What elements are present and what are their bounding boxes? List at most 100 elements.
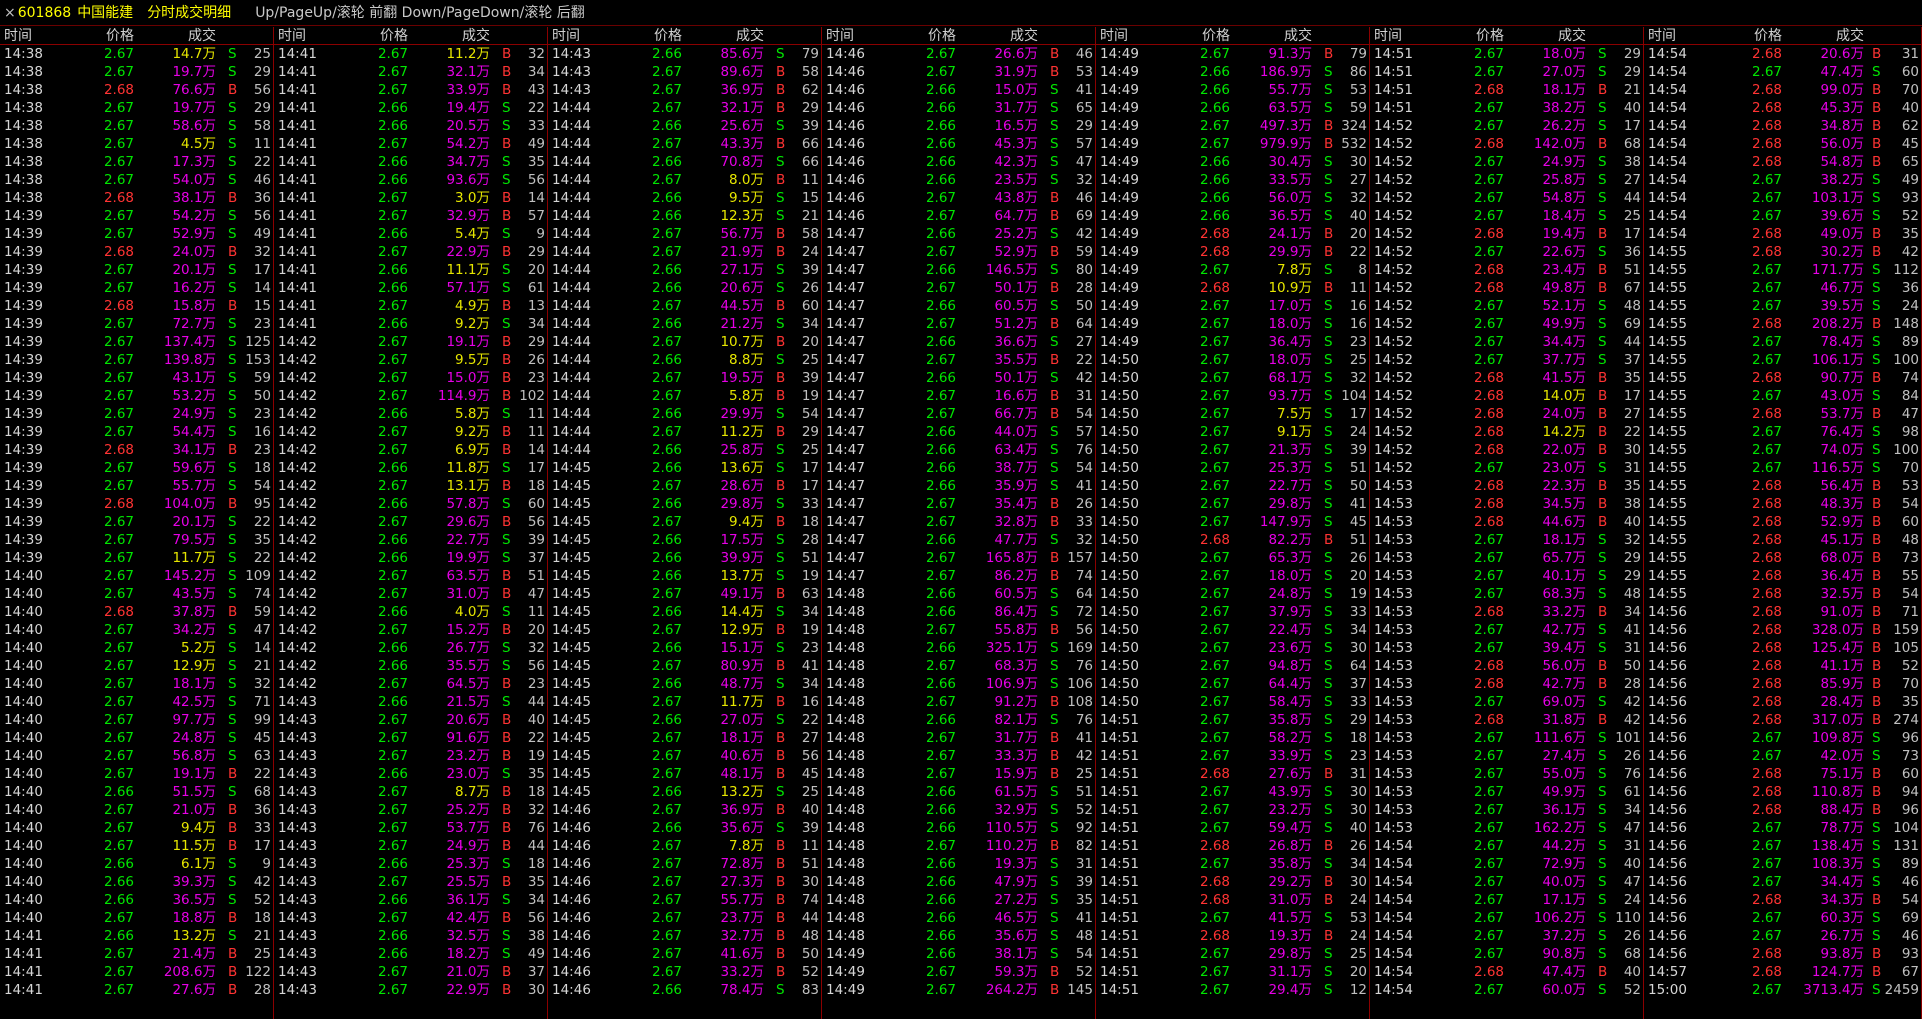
tick-row: 14:43 2.66 25.3万 S 18 <box>274 855 547 873</box>
tick-count: 30 <box>1623 442 1641 458</box>
tick-direction: B <box>776 838 786 854</box>
tick-direction: S <box>228 892 237 908</box>
tick-direction: B <box>502 874 512 890</box>
tick-volume: 48.3万 <box>1820 496 1864 512</box>
tick-price: 2.67 <box>1199 784 1230 800</box>
tick-time: 14:48 <box>826 658 865 674</box>
tick-volume: 72.7万 <box>172 316 216 332</box>
tick-row: 14:46 2.67 7.8万 B 11 <box>548 837 821 855</box>
tick-row: 14:40 2.66 39.3万 S 42 <box>0 873 273 891</box>
tick-time: 14:40 <box>4 658 43 674</box>
tick-volume: 125.4万 <box>1811 640 1864 656</box>
tick-count: 24 <box>1623 892 1641 908</box>
tick-price: 2.67 <box>1199 964 1230 980</box>
tick-price: 2.67 <box>651 226 682 242</box>
tick-row: 14:53 2.67 36.1万 S 34 <box>1370 801 1643 819</box>
tick-row: 14:43 2.67 25.2万 B 32 <box>274 801 547 819</box>
tick-volume: 44.2万 <box>1542 838 1586 854</box>
tick-price: 2.67 <box>925 730 956 746</box>
tick-time: 14:40 <box>4 856 43 872</box>
tick-price: 2.68 <box>1751 622 1782 638</box>
tick-volume: 38.7万 <box>994 460 1038 476</box>
tick-price: 2.66 <box>925 460 956 476</box>
tick-direction: S <box>1872 352 1881 368</box>
tick-price: 2.67 <box>1199 370 1230 386</box>
tick-time: 14:51 <box>1100 946 1139 962</box>
tick-detail-grid[interactable]: 时间 价格 成交 14:38 2.67 14.7万 S 25 14:38 2.67 19.7万 S 29… <box>0 27 1922 1019</box>
tick-price: 2.67 <box>925 694 956 710</box>
tick-volume: 31.1万 <box>1268 964 1312 980</box>
tick-price: 2.66 <box>925 928 956 944</box>
column-header: 时间 价格 成交 <box>1370 27 1643 45</box>
tick-row: 14:41 2.67 54.2万 B 49 <box>274 135 547 153</box>
tick-price: 2.67 <box>103 622 134 638</box>
tick-volume: 17.5万 <box>720 532 764 548</box>
tick-volume: 32.8万 <box>994 514 1038 530</box>
tick-price: 2.66 <box>651 118 682 134</box>
tick-volume: 45.3万 <box>994 136 1038 152</box>
tick-price: 2.67 <box>1473 910 1504 926</box>
tick-price: 2.67 <box>925 622 956 638</box>
tick-volume: 72.8万 <box>720 856 764 872</box>
tick-price: 2.66 <box>103 928 134 944</box>
tick-volume: 104.0万 <box>163 496 216 512</box>
tick-price: 2.67 <box>103 154 134 170</box>
tick-volume: 33.9万 <box>1268 748 1312 764</box>
tick-direction: S <box>228 424 237 440</box>
tick-volume: 19.3万 <box>994 856 1038 872</box>
tick-price: 2.67 <box>925 64 956 80</box>
tick-volume: 27.3万 <box>720 874 764 890</box>
tick-count: 18 <box>253 910 271 926</box>
tick-price: 2.67 <box>377 676 408 692</box>
tick-volume: 42.7万 <box>1542 676 1586 692</box>
tick-row: 14:53 2.68 31.8万 B 42 <box>1370 711 1643 729</box>
tick-column: 时间 价格 成交 14:51 2.67 18.0万 S 29 14:51 2.67 27.0万 S 29… <box>1370 27 1644 1019</box>
tick-volume: 60.5万 <box>994 298 1038 314</box>
tick-direction: S <box>1598 352 1607 368</box>
tick-direction: B <box>1050 64 1060 80</box>
tick-row: 14:51 2.68 27.6万 B 31 <box>1096 765 1369 783</box>
tick-row: 14:48 2.66 60.5万 S 64 <box>822 585 1095 603</box>
tick-direction: B <box>776 388 786 404</box>
tick-volume: 37.7万 <box>1542 352 1586 368</box>
tick-price: 2.68 <box>1473 514 1504 530</box>
tick-price: 2.67 <box>651 586 682 602</box>
tick-row: 14:43 2.66 36.1万 S 34 <box>274 891 547 909</box>
tick-count: 17 <box>527 460 545 476</box>
tick-time: 14:43 <box>278 838 317 854</box>
tick-volume: 22.6万 <box>1542 244 1586 260</box>
tick-volume: 9.5万 <box>455 352 490 368</box>
tick-volume: 56.0万 <box>1820 136 1864 152</box>
tick-volume: 23.7万 <box>720 910 764 926</box>
tick-volume: 19.1万 <box>172 766 216 782</box>
tick-column: 时间 价格 成交 14:38 2.67 14.7万 S 25 14:38 2.67 19.7万 S 29… <box>0 27 274 1019</box>
tick-count: 40 <box>527 712 545 728</box>
tick-direction: S <box>1050 784 1059 800</box>
tick-direction: B <box>776 928 786 944</box>
tick-direction: S <box>1324 460 1333 476</box>
tick-row: 14:40 2.67 145.2万 S 109 <box>0 567 273 585</box>
tick-price: 2.66 <box>651 442 682 458</box>
tick-time: 14:55 <box>1648 442 1687 458</box>
tick-price: 2.67 <box>103 280 134 296</box>
tick-row: 14:40 2.67 34.2万 S 47 <box>0 621 273 639</box>
tick-row: 14:46 2.67 26.6万 B 46 <box>822 45 1095 63</box>
tick-direction: S <box>776 460 785 476</box>
tick-volume: 20.1万 <box>172 514 216 530</box>
tick-direction: S <box>1050 928 1059 944</box>
tick-time: 14:54 <box>1648 226 1687 242</box>
tick-row: 14:56 2.68 91.0万 B 71 <box>1644 603 1921 621</box>
tick-volume: 26.7万 <box>446 640 490 656</box>
tick-volume: 91.2万 <box>994 694 1038 710</box>
tick-direction: S <box>1324 190 1333 206</box>
tick-row: 14:46 2.66 42.3万 S 47 <box>822 153 1095 171</box>
tick-row: 14:51 2.68 18.1万 B 21 <box>1370 81 1643 99</box>
tick-price: 2.68 <box>1473 424 1504 440</box>
tick-direction: B <box>1598 136 1608 152</box>
close-icon[interactable]: × <box>0 5 16 21</box>
tick-volume: 41.1万 <box>1820 658 1864 674</box>
tick-time: 14:41 <box>278 136 317 152</box>
tick-price: 2.67 <box>651 928 682 944</box>
tick-price: 2.66 <box>1199 172 1230 188</box>
tick-volume: 57.8万 <box>446 496 490 512</box>
